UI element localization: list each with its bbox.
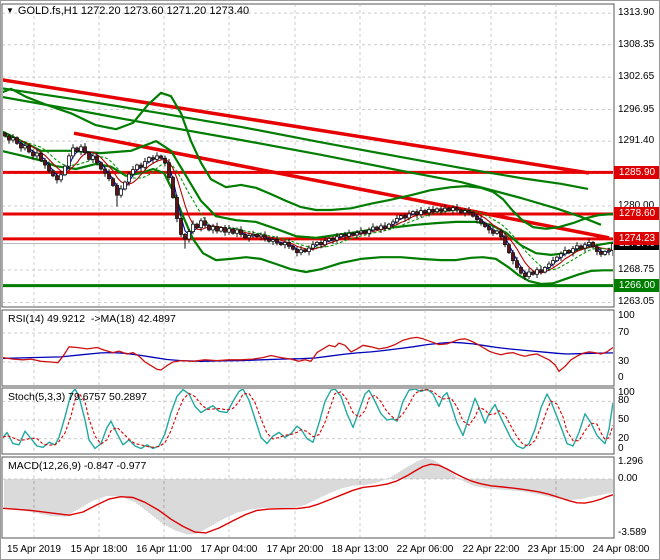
chart-dropdown-icon: ▼ — [6, 6, 14, 15]
time-axis-label: 18 Apr 13:00 — [331, 544, 389, 555]
price-axis-label: 1263.05 — [618, 296, 655, 307]
time-axis-label: 22 Apr 06:00 — [396, 544, 454, 555]
price-axis-label: 1296.95 — [618, 104, 655, 115]
time-axis-label: 23 Apr 15:00 — [527, 544, 585, 555]
price-level-badge: 1285.90 — [614, 166, 659, 179]
rsi-indicator-label: RSI(14) 49.9212 ->MA(18) 42.4897 — [8, 313, 176, 325]
price-axis-label: 1291.40 — [618, 135, 655, 146]
price-axis-label: 1313.90 — [618, 7, 655, 18]
time-axis-label: 15 Apr 18:00 — [70, 544, 128, 555]
main-panel-plot — [3, 5, 613, 306]
price-axis-label: 1308.35 — [618, 39, 655, 50]
macd-indicator-label: MACD(12,26,9) -0.847 -0.977 — [8, 460, 147, 472]
stoch-axis-label: 50 — [618, 414, 630, 425]
stoch-axis-label: 0 — [618, 443, 624, 454]
rsi-axis-label: 100 — [618, 310, 635, 321]
time-axis-label: 24 Apr 08:00 — [592, 544, 650, 555]
mt4-chart-window: ▼ GOLD.fs,H1 1272.20 1273.60 1271.20 127… — [0, 0, 660, 560]
chart-title: ▼ GOLD.fs,H1 1272.20 1273.60 1271.20 127… — [6, 5, 249, 17]
time-axis-label: 15 Apr 2019 — [7, 544, 61, 555]
price-level-badge: 1278.60 — [614, 207, 659, 220]
price-axis-label: 1302.65 — [618, 71, 655, 82]
middle-band-h1 — [3, 130, 613, 256]
price-level-badge: 1266.00 — [614, 279, 659, 292]
time-axis-label: 16 Apr 11:00 — [136, 544, 192, 555]
rsi-axis-label: 70 — [618, 327, 630, 338]
macd-axis-label: -3.589 — [618, 527, 647, 538]
time-axis-label: 22 Apr 22:00 — [462, 544, 520, 555]
time-axis-label: 17 Apr 20:00 — [266, 544, 324, 555]
lower-band-h1 — [3, 150, 613, 286]
rsi-axis-label: 30 — [618, 356, 630, 367]
price-axis-label: 1268.75 — [618, 264, 655, 275]
stoch-indicator-label: Stoch(5,3,3) 79.6757 50.2897 — [8, 391, 147, 403]
rsi-axis-label: 0 — [618, 372, 624, 383]
chart-canvas[interactable] — [1, 1, 660, 560]
chart-title-text: GOLD.fs,H1 1272.20 1273.60 1271.20 1273.… — [17, 5, 250, 17]
macd-axis-label: 1.296 — [618, 456, 644, 467]
time-axis-label: 17 Apr 04:00 — [200, 544, 258, 555]
price-level-badge: 1274.23 — [614, 232, 659, 245]
main-panel-frame — [1, 3, 615, 308]
macd-axis-label: 0.00 — [618, 473, 638, 484]
stoch-axis-label: 80 — [618, 395, 630, 406]
